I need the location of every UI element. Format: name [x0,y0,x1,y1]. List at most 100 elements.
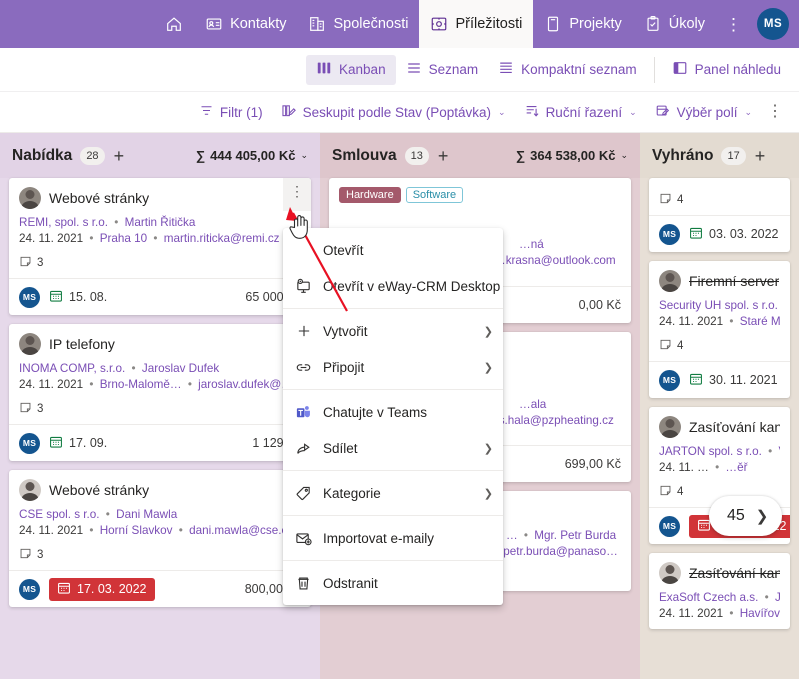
sum-value: 444 405,00 Kč [210,148,296,163]
view-tab-kompaktni-seznam[interactable]: Kompaktní seznam [488,55,647,85]
pagination-pill[interactable]: 45 ❯ [709,496,783,536]
view-tab-seznam[interactable]: Seznam [396,55,489,85]
tasks-icon [644,15,662,33]
menu-separator [283,515,503,516]
card-company: ExaSoft Czech a.s. [659,591,759,604]
sort-button[interactable]: Ruční řazení ⌄ [515,97,646,127]
kanban-card[interactable]: Webové stránky REMI, spol. s r.o. • Mart… [9,178,311,315]
teams-icon [295,404,312,421]
menu-item-vytvorit[interactable]: Vytvořit ❯ [283,313,503,349]
card-company: CSE spol. s r.o. [19,508,100,521]
nav-item-projekty[interactable]: Projekty [533,0,632,48]
menu-item-otevrit-v-desktop[interactable]: Otevřít v eWay-CRM Desktop [283,268,503,304]
note-count: 4 [677,194,684,206]
view-tab-kanban-label: Kanban [339,62,386,77]
kanban-card[interactable]: Webové stránky CSE spol. s r.o. • Dani M… [9,470,311,607]
filter-button[interactable]: Filtr (1) [190,97,272,127]
separator-dot: • [153,232,158,245]
command-bar-overflow-button[interactable]: ⋮ [761,104,793,120]
kanban-card[interactable]: 4 MS 03. 03. 2022 [649,178,790,252]
card-date-badge: 03. 03. 2022 [689,226,779,243]
note-icon [19,547,32,563]
nav-item-ukoly[interactable]: Úkoly [633,0,716,48]
card-date-text: 15. 08. [69,290,108,304]
card-subtitle-line2: 24. 11. 2021 • Havířov [659,606,780,622]
nav-item-home[interactable] [154,0,194,48]
tag-icon [295,485,312,502]
kanban-card[interactable]: Zasíťování kanc ExaSoft Czech a.s. • Jiř… [649,553,790,629]
separator-dot: • [114,216,119,229]
card-date-badge: 17. 09. [49,435,107,452]
card-footer: MS 30. 11. 2021 [649,361,790,398]
view-tab-kompaktni-label: Kompaktní seznam [521,62,637,77]
menu-separator [283,560,503,561]
column-sum[interactable]: ∑ 364 538,00 Kč ⌄ [516,148,628,163]
nav-item-prilezitosti[interactable]: Příležitosti [419,0,534,48]
card-date: 24. 11. 2021 [19,232,84,245]
card-city: Horní Slavkov [99,524,173,537]
menu-item-chatujte-v-teams[interactable]: Chatujte v Teams [283,394,503,430]
mail-import-icon [295,530,312,547]
avatar [19,333,41,355]
group-by-button[interactable]: Seskupit podle Stav (Poptávka) ⌄ [272,97,515,127]
card-subtitle-line1: CSE spol. s r.o. • Dani Mawla [19,507,301,523]
card-date-badge: 30. 11. 2021 [689,372,778,389]
add-card-button[interactable]: + [114,147,125,165]
menu-item-label: Odstranit [323,575,378,591]
chevron-down-icon: ⌄ [744,106,752,117]
card-more-button[interactable]: ⋮ [283,178,311,211]
card-email: dani.mawla@cse.cz [189,524,294,537]
card-company: REMI, spol. s r.o. [19,216,108,229]
menu-item-odstranit[interactable]: Odstranit [283,565,503,601]
nav-item-spolecnosti[interactable]: Společnosti [297,0,419,48]
card-title-row: Zasíťování kanc [659,416,780,438]
card-title-row: Firemní server [659,270,780,292]
link-icon [295,359,312,376]
card-subtitle-line1: JARTON spol. s r.o. • Vla… [659,444,780,460]
field-chooser-button[interactable]: Výběr polí ⌄ [646,97,761,127]
top-nav-overflow-button[interactable]: ⋮ [716,16,751,33]
chevron-right-icon[interactable]: ❯ [756,507,769,525]
card-subtitle-line1: ExaSoft Czech a.s. • Jiřin… [659,590,780,606]
top-navigation-bar: Kontakty Společnosti Příležitosti Projek… [0,0,799,48]
view-tab-kanban[interactable]: Kanban [306,54,396,85]
card-footer: MS 03. 03. 2022 [649,215,790,252]
menu-item-kategorie[interactable]: Kategorie ❯ [283,475,503,511]
chevron-right-icon: ❯ [483,442,493,455]
card-date: 24. 11. 2021 [659,315,724,328]
menu-item-otevrit[interactable]: Otevřít [283,232,503,268]
menu-item-label: Chatujte v Teams [323,404,428,420]
card-main: Zasíťování kanc JARTON spol. s r.o. • Vl… [649,407,790,507]
column-title: Smlouva [332,146,397,164]
menu-item-label: Vytvořit [323,323,368,339]
menu-item-sdilet[interactable]: Sdílet ❯ [283,430,503,466]
menu-item-importovat-e-maily[interactable]: Importovat e-maily [283,520,503,556]
projects-icon [544,15,562,33]
separator-dot: • [89,524,94,537]
card-date: 24. 11. 2021 [659,607,724,620]
app-root: Kontakty Společnosti Příležitosti Projek… [0,0,799,679]
companies-icon [308,15,326,33]
card-amount: 0,00 Kč [578,298,621,312]
add-card-button[interactable]: + [755,147,766,165]
menu-separator [283,389,503,390]
user-avatar[interactable]: MS [757,8,789,40]
avatar [659,562,681,584]
add-card-button[interactable]: + [438,147,449,165]
card-city: …ěř [725,461,748,474]
kanban-card[interactable]: Firemní server Security UH spol. s r.o. … [649,261,790,398]
card-email: petr.burda@panaso… [503,545,618,558]
menu-item-pripojit[interactable]: Připojit ❯ [283,349,503,385]
nav-item-kontakty[interactable]: Kontakty [194,0,297,48]
home-icon [165,15,183,33]
kanban-card[interactable]: IP telefony INOMA COMP, s.r.o. • Jarosla… [9,324,311,461]
column-sum[interactable]: ∑ 444 405,00 Kč ⌄ [196,148,308,163]
tag-software[interactable]: Software [405,187,464,203]
menu-item-label: Otevřít [323,242,364,258]
preview-panel-button[interactable]: Panel náhledu [662,55,791,85]
column-title: Vyhráno [652,146,714,164]
card-city: Brno-Malomě… [99,378,182,391]
avatar [19,187,41,209]
tag-hardware[interactable]: Hardware [339,187,401,203]
preview-panel-icon [672,60,688,79]
